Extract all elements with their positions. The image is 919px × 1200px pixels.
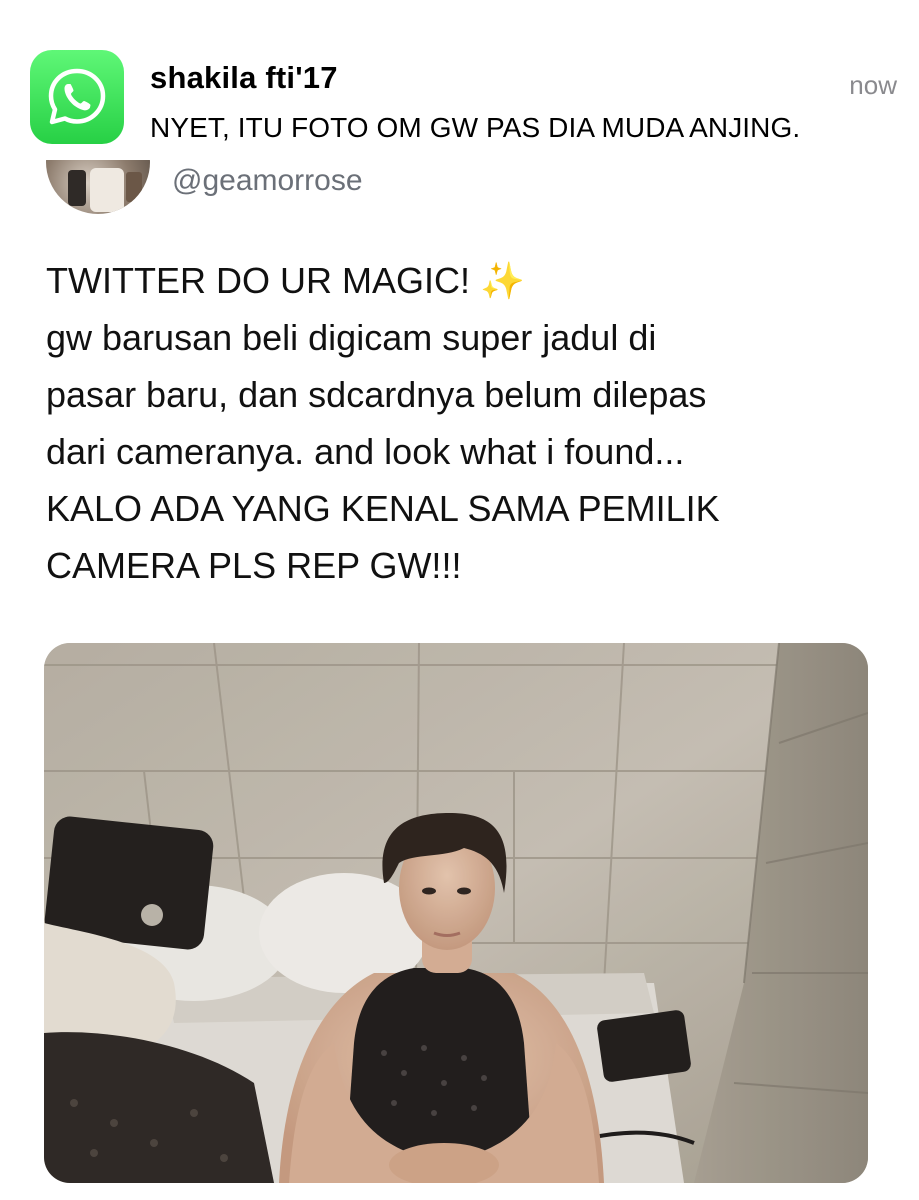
tweet-line: CAMERA PLS REP GW!!! [46, 545, 462, 586]
whatsapp-icon [30, 50, 124, 144]
notification-time: now [849, 70, 897, 100]
notification-message: NYET, ITU FOTO OM GW PAS DIA MUDA ANJING… [150, 112, 801, 143]
tweet-line: TWITTER DO UR MAGIC! ✨ [46, 260, 525, 301]
tweet-text: TWITTER DO UR MAGIC! ✨ gw barusan beli d… [46, 252, 886, 594]
notification-sender: shakila fti'17 [150, 60, 338, 95]
tweet-line: pasar baru, dan sdcardnya belum dilepas [46, 374, 707, 415]
tweet-photo[interactable] [44, 643, 868, 1183]
whatsapp-notification[interactable]: shakila fti'17 now NYET, ITU FOTO OM GW … [0, 0, 919, 160]
tweet-line: KALO ADA YANG KENAL SAMA PEMILIK [46, 488, 720, 529]
photo-illustration [44, 643, 868, 1183]
sparkles-icon: ✨ [479, 260, 525, 301]
user-handle[interactable]: @geamorrose [172, 164, 363, 198]
tweet-line: dari cameranya. and look what i found... [46, 431, 685, 472]
tweet-line: gw barusan beli digicam super jadul di [46, 317, 657, 358]
